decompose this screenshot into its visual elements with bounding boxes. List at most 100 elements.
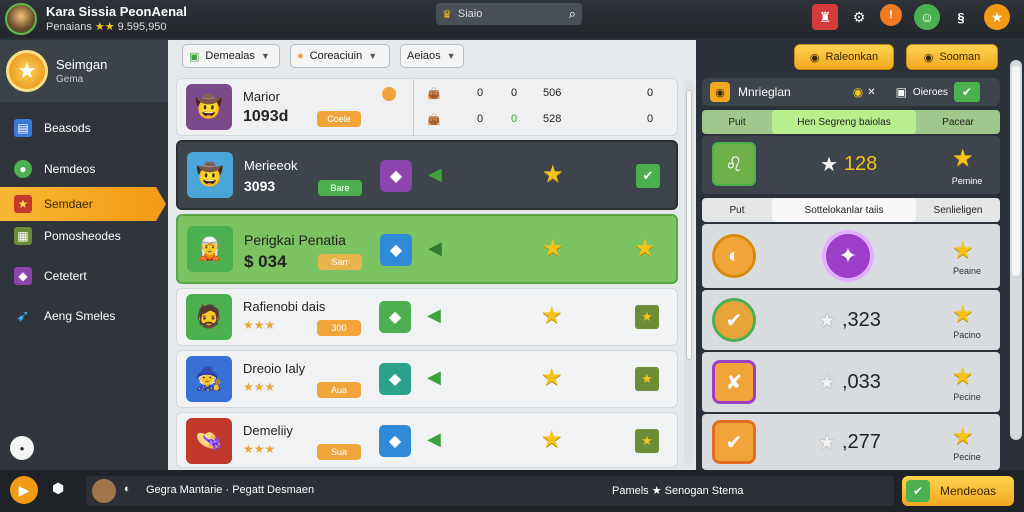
- sidebar-item-pomosheodes[interactable]: ▦ Pomosheodes: [0, 219, 166, 253]
- app-subtitle: Penaians ★★ 9.595,950: [46, 20, 167, 34]
- star-icon: ★: [14, 195, 32, 213]
- gem-icon: ◆: [379, 301, 411, 333]
- sidebar-item-label: Aeng Smeles: [44, 309, 116, 323]
- header-cell: 0: [511, 113, 518, 125]
- character-icon[interactable]: ♜: [812, 4, 838, 30]
- check-coin-icon: ✔: [712, 298, 756, 342]
- hero-avatar: 🧙: [186, 356, 232, 402]
- star-badge-icon: ★: [635, 367, 659, 391]
- row-label: Pecine: [953, 452, 981, 462]
- subtitle-stars: ★★: [94, 21, 115, 33]
- search-icon[interactable]: ⌕: [569, 6, 576, 22]
- sidebar-item-label: Beasods: [44, 121, 91, 135]
- bottom-bar: ▶ ⬢ ◐ Gegra Mantarie · Pegatt Desmaen Pa…: [0, 470, 1024, 512]
- raleonkan-button[interactable]: ◉ Raleonkan: [794, 44, 894, 70]
- filter-dropdown-3[interactable]: Aeiaos ▼: [400, 44, 464, 68]
- chat-box[interactable]: ◐ Gegra Mantarie · Pegatt Desmaen Pamels…: [86, 476, 894, 506]
- subtitle-extra: 9.595,950: [117, 20, 167, 33]
- sidebar-item-label: Pomosheodes: [44, 229, 121, 243]
- star-icon: ★: [952, 423, 974, 450]
- list-row-1[interactable]: 🤠 Merieeok 3093 Bare ◆ ◀ ★ ✔: [176, 140, 678, 210]
- top-value-text: 128: [843, 153, 878, 175]
- row-pill[interactable]: Sua: [317, 444, 361, 460]
- profile-card[interactable]: ★ Seimgan Gema: [0, 40, 168, 102]
- coin-icon: ◉: [809, 51, 820, 64]
- avatar-icon[interactable]: ☺: [914, 4, 940, 30]
- sooman-button[interactable]: ◉ Sooman: [906, 44, 998, 70]
- scrollbar-thumb[interactable]: [686, 90, 692, 360]
- right-top-row: ♌ ★ 128 ★ Pemine: [702, 136, 1000, 194]
- chevron-down-icon: ▼: [260, 51, 270, 61]
- star-icon[interactable]: ★: [984, 4, 1010, 30]
- row-pill[interactable]: Bare: [318, 180, 362, 196]
- sidebar-item-beasods[interactable]: ▤ Beasods: [0, 111, 166, 145]
- list-row-4[interactable]: 🧙 Dreoio Ialy ★★★ Aua ◆ ◀ ★ ★: [176, 350, 678, 408]
- sidebar-toggle-button[interactable]: ●: [10, 436, 34, 460]
- row-value: ★★★: [243, 442, 276, 456]
- settings-icon[interactable]: §: [948, 4, 974, 30]
- coin-icon: ◐: [712, 234, 756, 278]
- list-row-5[interactable]: 👒 Demeliiy ★★★ Sua ◆ ◀ ★ ★: [176, 412, 678, 468]
- mendeoas-button[interactable]: ✔ Mendeoas: [902, 476, 1014, 506]
- filter-dropdown-2[interactable]: ● Coreaciuin ▼: [290, 44, 390, 68]
- search-label: Siaio: [457, 8, 483, 20]
- subtitle-text: Penaians: [46, 20, 92, 33]
- star-badge-icon: ★: [635, 429, 659, 453]
- list-scrollbar[interactable]: [684, 80, 694, 466]
- row-value: $ 034: [244, 252, 287, 271]
- tab-sottelokan[interactable]: Sottelokanlar taiis: [772, 198, 916, 222]
- sidebar-item-cetetert[interactable]: ◆ Cetetert: [0, 259, 166, 293]
- play-button[interactable]: ▶: [10, 476, 38, 504]
- star-icon: ★: [634, 235, 656, 262]
- right-row-4[interactable]: ✔ ★ ,277 ★ Pecine: [702, 414, 1000, 470]
- list-row-2[interactable]: 🧝 Perigkai Penatia $ 034 Sarr ◆ ◀ ★ ★: [176, 214, 678, 284]
- list-row-3[interactable]: 🧔 Rafienobi dais ★★★ 300 ◆ ◀ ★ ★: [176, 288, 678, 346]
- sidebar-item-label: Cetetert: [44, 269, 87, 283]
- shield-icon: ⬢: [52, 480, 65, 496]
- gem-icon: ◆: [380, 160, 412, 192]
- star-icon: ★: [541, 426, 563, 453]
- tab-put[interactable]: Put: [702, 198, 772, 222]
- sidebar-item-aeng-smeles[interactable]: ➹ Aeng Smeles: [0, 299, 166, 333]
- head-extra: Oieroes: [912, 86, 948, 98]
- purple-star-icon: ✦: [822, 230, 874, 282]
- tab-pacear[interactable]: Pacear: [916, 110, 1000, 134]
- sidebar-item-nemdeos[interactable]: ● Nemdeos: [0, 152, 166, 186]
- sidebar-item-semdaer[interactable]: ★ Semdaer: [0, 187, 166, 221]
- row-pill[interactable]: 300: [317, 320, 361, 336]
- search-input[interactable]: ♛ Siaio ⌕: [436, 3, 582, 25]
- tab-segreng[interactable]: Hen Segreng baiolas: [772, 110, 916, 134]
- gear-icon[interactable]: ⚙: [846, 4, 872, 30]
- row-label: Pemine: [951, 176, 983, 186]
- coin-icon: [382, 87, 396, 101]
- top-bar: Kara Sissia PeonAenal Penaians ★★ 9.595,…: [0, 0, 1024, 38]
- row-label: Peaine: [952, 266, 982, 276]
- right-row-1[interactable]: ◐ ✦ ★ Peaine: [702, 224, 1000, 288]
- profile-sub: Gema: [56, 74, 84, 85]
- row-value: ★ ,033: [818, 370, 881, 395]
- cross-badge-icon: ✘: [712, 360, 756, 404]
- tab-senlieligen[interactable]: Senlieligen: [916, 198, 1000, 222]
- hero-avatar: 🧝: [187, 226, 233, 272]
- header-pill[interactable]: Coele: [317, 111, 361, 127]
- filter-dropdown-1[interactable]: ▣ Demealas ▼: [182, 44, 280, 68]
- star-icon: ★: [952, 363, 974, 390]
- header-value: 1093d: [243, 108, 289, 125]
- tab-puit[interactable]: Puit: [702, 110, 772, 134]
- notification-icon[interactable]: !: [880, 4, 902, 26]
- map-icon: ▦: [14, 227, 32, 245]
- right-panel-title: Mnrieglan: [738, 85, 791, 99]
- scrollbar-thumb[interactable]: [1012, 66, 1020, 276]
- right-row-2[interactable]: ✔ ★ ,323 ★ Pacino: [702, 290, 1000, 350]
- check-button[interactable]: ✔: [953, 82, 980, 102]
- row-pill[interactable]: Aua: [317, 382, 361, 398]
- row-pill[interactable]: Sarr: [318, 254, 362, 270]
- gamepad-icon: ●: [14, 160, 32, 178]
- button-label: Raleonkan: [825, 51, 879, 63]
- close-icon[interactable]: ✕: [867, 87, 875, 98]
- sidebar: ★ Seimgan Gema ▤ Beasods ● Nemdeos ★ Sem…: [0, 40, 168, 470]
- right-scrollbar[interactable]: [1010, 60, 1022, 440]
- row-name: Demeliiy: [243, 423, 293, 438]
- chest-icon: ▣: [895, 85, 907, 99]
- right-row-3[interactable]: ✘ ★ ,033 ★ Pecine: [702, 352, 1000, 412]
